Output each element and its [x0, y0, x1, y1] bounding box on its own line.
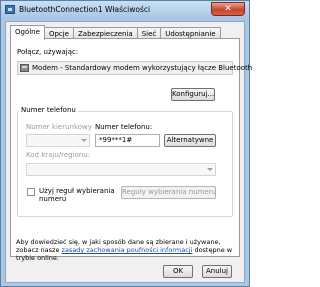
window-title: BluetoothConnection1 Właściwości	[19, 5, 151, 14]
area-code-dropdown[interactable]	[26, 134, 90, 147]
connect-using-label: Połącz, używając:	[17, 48, 79, 56]
title-bar[interactable]: BluetoothConnection1 Właściwości ✕	[1, 1, 249, 19]
privacy-info-prefix: zobacz nasze	[16, 246, 62, 254]
cancel-button[interactable]: Anuluj	[202, 265, 232, 278]
modem-name: Modem - Standardowy modem wykorzystujący…	[32, 64, 253, 72]
ok-button[interactable]: OK	[163, 265, 193, 278]
network-connection-icon	[5, 5, 15, 14]
area-code-label: Numer kierunkowy	[26, 123, 92, 131]
dialing-rules-button[interactable]: Reguły wybierania numeru	[121, 186, 216, 199]
privacy-info-line1: Aby dowiedzieć się, w jaki sposób dane s…	[16, 238, 221, 246]
privacy-info-suffix: dostępne w	[192, 246, 233, 254]
country-code-label: Kod kraju/regionu:	[26, 151, 91, 159]
general-tab-panel: Połącz, używając: Modem - Standardowy mo…	[10, 38, 252, 262]
use-dialing-rules-label-line1: Użyj reguł wybierania	[39, 187, 115, 195]
privacy-policy-link[interactable]: zasady zachowania poufności informacji	[62, 246, 193, 254]
properties-window: BluetoothConnection1 Właściwości ✕ Ogóln…	[0, 0, 252, 287]
use-dialing-rules-label-line2: numeru	[39, 195, 67, 203]
dialog-client: Ogólne Opcje Zabezpieczenia Sieć Udostęp…	[5, 21, 252, 283]
chevron-down-icon	[207, 168, 213, 171]
phone-number-group-title: Numer telefonu	[19, 106, 78, 114]
phone-number-input[interactable]: *99***1#	[95, 134, 160, 147]
modem-list[interactable]: Modem - Standardowy modem wykorzystujący…	[17, 61, 252, 75]
use-dialing-rules-checkbox[interactable]	[27, 188, 35, 196]
close-button[interactable]: ✕	[211, 2, 245, 16]
country-code-dropdown[interactable]	[26, 163, 216, 176]
privacy-info-line3: trybie online.	[16, 254, 59, 262]
tab-strip: Ogólne Opcje Zabezpieczenia Sieć Udostęp…	[10, 25, 221, 40]
phone-number-label: Numer telefonu:	[95, 123, 153, 131]
privacy-info-line2: zobacz nasze zasady zachowania poufności…	[16, 246, 238, 254]
privacy-info-text: Aby dowiedzieć się, w jaki sposób dane s…	[16, 238, 238, 262]
tab-general[interactable]: Ogólne	[10, 25, 45, 40]
alternates-button[interactable]: Alternatywne	[164, 134, 216, 147]
modem-icon	[20, 64, 29, 72]
configure-button[interactable]: Konfiguruj...	[171, 88, 215, 101]
chevron-down-icon	[81, 139, 87, 142]
